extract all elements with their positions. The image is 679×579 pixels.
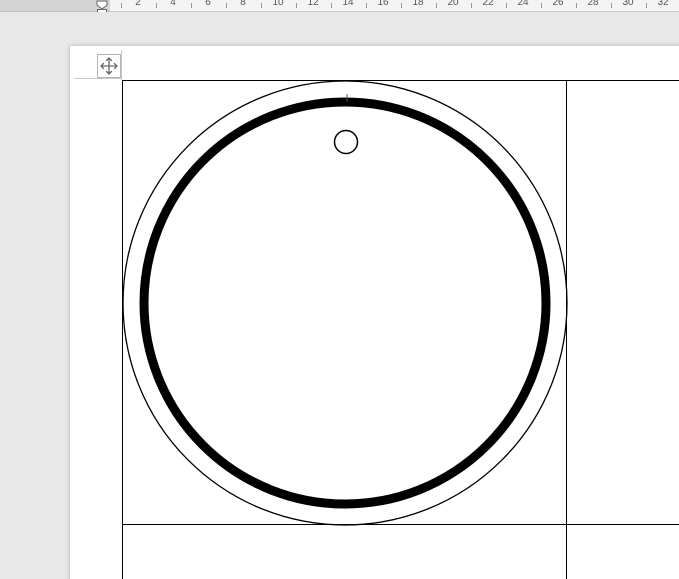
ruler-tick-label: 24 bbox=[517, 0, 529, 8]
ruler-tick bbox=[540, 3, 542, 8]
ruler-tick bbox=[645, 3, 647, 8]
ruler-tick bbox=[260, 3, 262, 8]
ruler-tick-label: 18 bbox=[412, 0, 424, 8]
crop-mark-vertical bbox=[121, 50, 122, 80]
hang-hole bbox=[333, 129, 359, 155]
ruler-tick bbox=[470, 3, 472, 8]
ruler-tick bbox=[225, 3, 227, 8]
ruler-tick-label: 2 bbox=[135, 0, 141, 8]
ruler-tick bbox=[190, 3, 192, 8]
four-way-arrow-icon bbox=[100, 57, 118, 75]
ruler-tick bbox=[155, 3, 157, 8]
ruler-tick-label: 12 bbox=[307, 0, 319, 8]
ruler-tick-label: 20 bbox=[447, 0, 459, 8]
ruler-left-margin bbox=[0, 0, 110, 12]
ruler-tick bbox=[295, 3, 297, 8]
ruler-tick bbox=[120, 3, 122, 8]
ruler-tick-label: 26 bbox=[552, 0, 564, 8]
circle-label[interactable] bbox=[122, 80, 568, 531]
ruler-tick bbox=[435, 3, 437, 8]
ruler-tick bbox=[330, 3, 332, 8]
table-cell-2-1[interactable] bbox=[123, 525, 566, 579]
table-cell-2-2[interactable] bbox=[567, 525, 679, 579]
ruler-tick bbox=[400, 3, 402, 8]
horizontal-ruler[interactable]: 2 4 6 8 10 12 14 16 18 20 22 24 26 28 30 32 bbox=[0, 0, 679, 12]
ruler-tick-label: 10 bbox=[272, 0, 284, 8]
table-move-handle[interactable] bbox=[97, 54, 121, 78]
indent-marker-icon[interactable] bbox=[96, 0, 108, 12]
ruler-tick-label: 8 bbox=[240, 0, 246, 8]
ruler-tick bbox=[365, 3, 367, 8]
crop-mark-horizontal bbox=[74, 78, 122, 79]
table-cell-1-2[interactable] bbox=[567, 81, 679, 524]
inner-ring bbox=[139, 97, 551, 509]
word-processor-window: 2 4 6 8 10 12 14 16 18 20 22 24 26 28 30 32 bbox=[0, 0, 679, 579]
ruler-tick-label: 30 bbox=[622, 0, 634, 8]
ruler-tick-label: 16 bbox=[377, 0, 389, 8]
ruler-tick-label: 28 bbox=[587, 0, 599, 8]
ruler-tick bbox=[505, 3, 507, 8]
ruler-tick-label: 22 bbox=[482, 0, 494, 8]
ruler-tick-label: 6 bbox=[205, 0, 211, 8]
ruler-tick bbox=[575, 3, 577, 8]
outer-ring bbox=[122, 80, 568, 526]
ruler-tick-label: 32 bbox=[657, 0, 669, 8]
ruler-tick-label: 4 bbox=[170, 0, 176, 8]
ruler-tick-label: 14 bbox=[342, 0, 354, 8]
ruler-tick bbox=[610, 3, 612, 8]
